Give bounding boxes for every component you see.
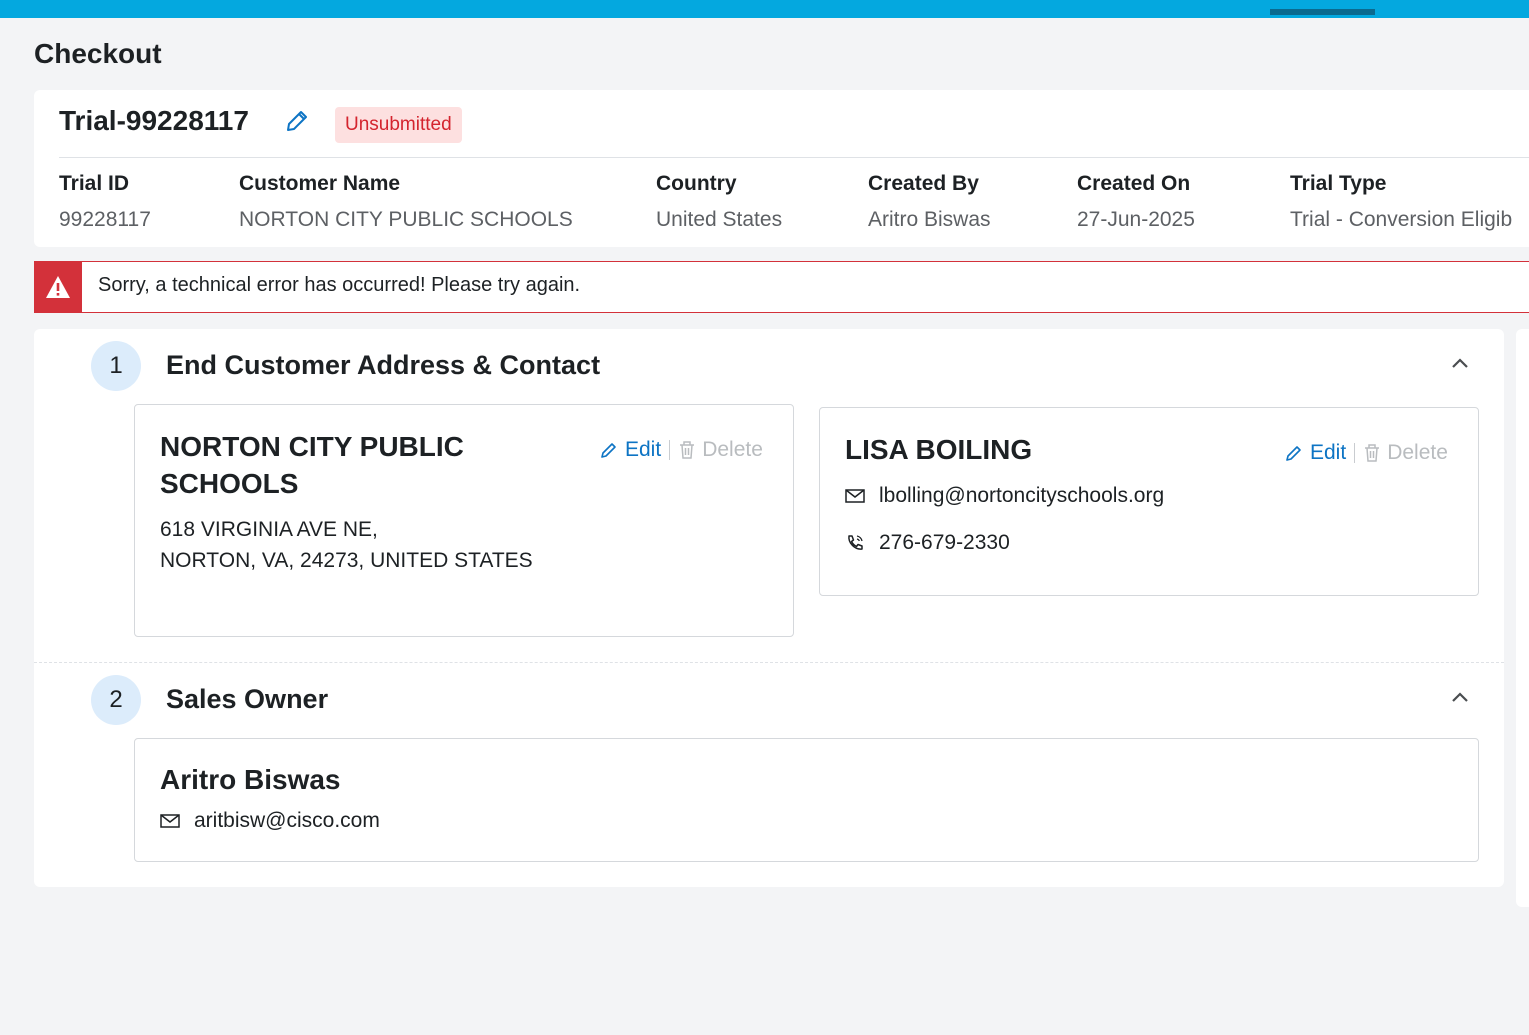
trial-heading: Trial-99228117 [59,105,249,136]
contact-phone: 276-679-2330 [879,531,1010,554]
meta-created-by: Created By Aritro Biswas [868,172,991,232]
checkout-steps-panel: 1 End Customer Address & Contact NORTON … [34,329,1504,887]
delete-label: Delete [1387,441,1448,464]
meta-value: NORTON CITY PUBLIC SCHOOLS [239,208,573,231]
edit-address-button[interactable]: Edit [599,438,661,462]
address-actions: Edit Delete [599,438,763,462]
meta-label: Trial Type [1290,172,1387,195]
error-alert: Sorry, a technical error has occurred! P… [34,261,1529,313]
meta-value: 99228117 [59,208,151,231]
trial-summary-card: Trial-99228117 Unsubmitted Trial ID 9922… [34,90,1529,247]
sales-owner-email: aritbisw@cisco.com [194,809,380,832]
contact-phone-row: 276-679-2330 [845,531,1010,555]
address-line-2: NORTON, VA, 24273, UNITED STATES [160,549,533,572]
delete-label: Delete [702,438,763,461]
trash-icon [1365,444,1380,462]
sales-owner-email-row: aritbisw@cisco.com [160,809,380,833]
address-card: NORTON CITY PUBLIC SCHOOLS Edit Delete 6… [134,404,794,637]
meta-customer-name: Customer Name NORTON CITY PUBLIC SCHOOLS [239,172,573,232]
collapse-chevron-up-icon[interactable] [1448,686,1472,710]
status-badge: Unsubmitted [335,107,462,143]
address-name-line: NORTON CITY PUBLIC [160,431,464,462]
step-divider [34,662,1504,663]
meta-trial-id: Trial ID 99228117 [59,172,151,232]
meta-value: Trial - Conversion Eligib [1290,208,1513,231]
meta-trial-type: Trial Type Trial - Conversion Eligib [1290,172,1512,232]
contact-email-row: lbolling@nortoncityschools.org [845,484,1164,508]
step-number-badge: 1 [91,341,141,391]
meta-value: Aritro Biswas [868,208,991,231]
delete-address-button[interactable]: Delete [678,438,763,462]
meta-label: Created By [868,172,979,195]
edit-label: Edit [625,438,662,461]
contact-name: LISA BOILING [845,434,1033,465]
sales-owner-name: Aritro Biswas [160,764,341,795]
collapse-chevron-up-icon[interactable] [1448,352,1472,376]
error-message: Sorry, a technical error has occurred! P… [98,274,581,296]
address-name-line: SCHOOLS [160,468,299,499]
edit-label: Edit [1310,441,1347,464]
meta-label: Customer Name [239,172,401,195]
action-separator [1354,443,1356,463]
edit-trial-pencil-icon[interactable] [284,108,310,134]
contact-email: lbolling@nortoncityschools.org [879,484,1165,507]
meta-value: 27-Jun-2025 [1077,208,1195,231]
active-tab-indicator [1270,9,1375,15]
meta-label: Trial ID [59,172,130,195]
side-panel-edge [1516,329,1529,907]
warning-icon [34,261,82,313]
pencil-icon [1286,446,1301,461]
step-number-badge: 2 [91,675,141,725]
sales-owner-card: Aritro Biswas aritbisw@cisco.com [134,738,1479,862]
summary-divider [59,157,1529,158]
trash-icon [680,441,695,459]
pencil-icon [601,443,616,458]
meta-label: Created On [1077,172,1191,195]
address-name: NORTON CITY PUBLIC SCHOOLS [160,428,464,502]
meta-label: Country [656,172,737,195]
action-separator [669,440,671,460]
contact-actions: Edit Delete [1284,441,1448,465]
delete-contact-button[interactable]: Delete [1363,441,1448,465]
mail-icon [160,814,180,828]
mail-icon [845,489,865,503]
meta-value: United States [656,208,783,231]
step-title: Sales Owner [166,684,329,714]
meta-country: Country United States [656,172,782,232]
edit-contact-button[interactable]: Edit [1284,441,1346,465]
phone-icon [848,535,863,550]
page-title: Checkout [34,38,162,69]
step-title: End Customer Address & Contact [166,350,601,380]
address-line-1: 618 VIRGINIA AVE NE, [160,518,378,541]
top-header-bar [0,0,1529,18]
meta-created-on: Created On 27-Jun-2025 [1077,172,1195,232]
contact-card: LISA BOILING Edit Delete lbolling@norton… [819,407,1479,596]
